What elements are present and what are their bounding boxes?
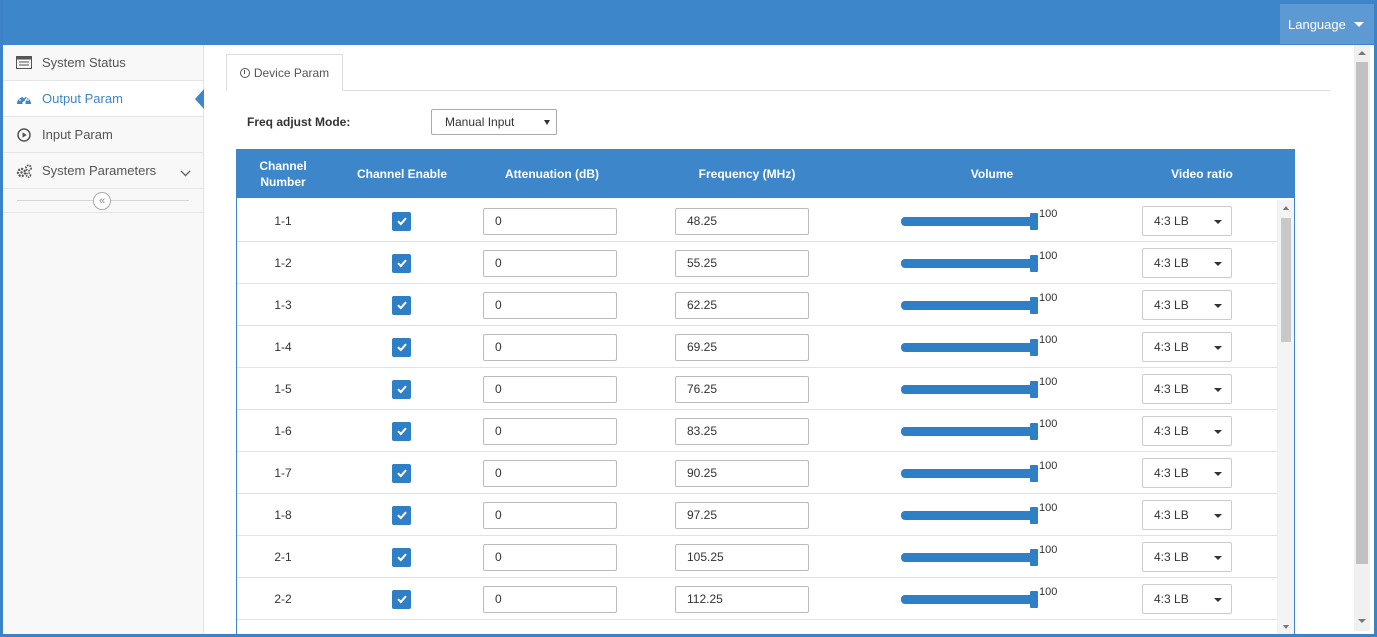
window-border: [0, 0, 1377, 637]
